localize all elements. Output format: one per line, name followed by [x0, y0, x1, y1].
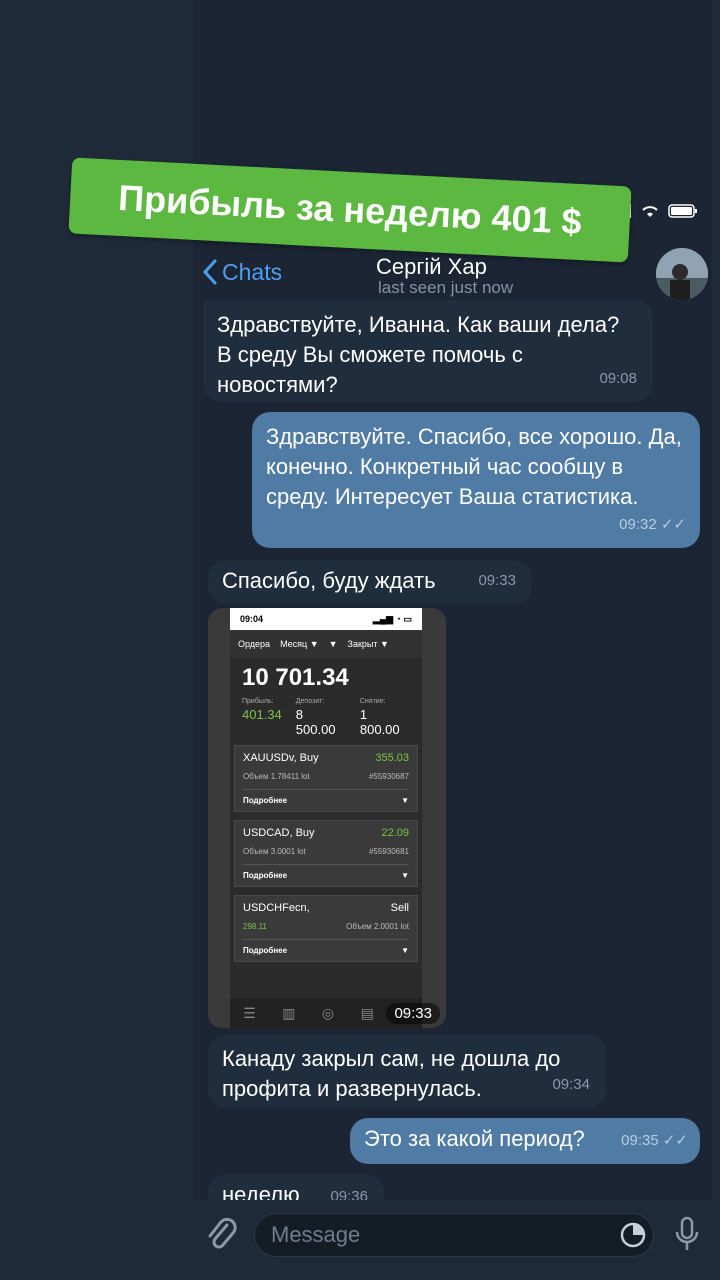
message-time: 09:35 — [621, 1132, 659, 1149]
wifi-icon — [642, 206, 658, 217]
stat-value: 8 500.00 — [295, 707, 336, 737]
avatar[interactable] — [656, 248, 708, 300]
order-more: Подробнее — [243, 946, 288, 955]
message-text: Здравствуйте. Спасибо, все хорошо. Да, к… — [266, 424, 682, 509]
message-text: Это за какой период? — [364, 1126, 585, 1151]
money-icon: ◎ — [321, 1004, 335, 1021]
stat-label: Депозит: — [295, 698, 325, 705]
battery-icon — [668, 204, 697, 218]
order-card: USDCAD, Buy 22.09 Объем 3.0001 lot #559306… — [234, 820, 418, 887]
order-side: Buy — [295, 827, 315, 839]
screenshot-photo[interactable]: 09:04 ▂▄▆ ◔ ▭ Ордера Месяц ▼ ▼ Закрыт ▼ 1… — [208, 608, 446, 1028]
microphone-icon[interactable] — [674, 1216, 700, 1252]
contact-status: last seen just now — [378, 278, 514, 297]
trading-app-screenshot: 09:04 ▂▄▆ ◔ ▭ Ордера Месяц ▼ ▼ Закрыт ▼ 1… — [230, 608, 422, 1028]
cash-icon: ▤ — [360, 1004, 374, 1021]
order-side: Sell — [390, 902, 409, 914]
message-time: 09:34 — [552, 1076, 590, 1093]
message-text: Здравствуйте, Иванна. Как ваши дела? В с… — [217, 312, 620, 397]
order-card: XAUUSDv, Buy 355.03 Объем 1.78411 lot #559… — [234, 745, 418, 812]
order-id: #55930681 — [368, 847, 409, 856]
message-bubble[interactable]: Здравствуйте. Спасибо, все хорошо. Да, к… — [252, 412, 700, 548]
order-more: Подробнее — [243, 796, 288, 805]
order-card: USDCHFecn, Sell 298.11 Объем 2.0001 lot По… — [234, 895, 418, 962]
order-id: #55930687 — [368, 772, 409, 781]
tab-closed: Закрыт ▼ — [347, 639, 389, 649]
back-label: Chats — [222, 258, 283, 285]
order-profit: 355.03 — [375, 752, 409, 764]
balance: 10 701.34 — [242, 664, 349, 691]
sticker-icon[interactable] — [620, 1222, 646, 1248]
order-profit: 298.11 — [243, 922, 267, 931]
order-side: Buy — [299, 752, 319, 764]
message-text: Спасибо, буду ждать — [222, 568, 436, 593]
order-symbol: USDCHFecn, — [243, 902, 310, 914]
tab-orders: Ордера — [238, 639, 271, 649]
message-text: Канаду закрыл сам, не дошла до профита и… — [222, 1046, 561, 1101]
message-bubble[interactable]: Спасибо, буду ждать 09:33 — [208, 560, 532, 604]
stat-value: 1 800.00 — [359, 707, 400, 737]
phone-status-time: 09:04 — [240, 614, 264, 624]
paperclip-icon[interactable] — [205, 1215, 237, 1255]
message-time: 09:08 — [599, 370, 637, 387]
chart-icon: ▥ — [282, 1004, 296, 1021]
message-input[interactable] — [254, 1213, 654, 1257]
order-volume: Объем 3.0001 lot — [243, 847, 306, 856]
order-symbol: USDCAD, — [243, 827, 293, 839]
message-bubble[interactable]: Это за какой период? 09:35 ✓✓ — [350, 1118, 700, 1164]
tab-month: Месяц ▼ — [280, 639, 319, 649]
back-button[interactable]: Chats — [202, 258, 282, 286]
order-volume: Объем 1.78411 lot — [243, 772, 310, 781]
tab-filter: ▼ — [328, 639, 338, 649]
message-bubble[interactable]: Канаду закрыл сам, не дошла до профита и… — [208, 1034, 606, 1108]
chevron-left-icon — [202, 259, 217, 285]
message-bubble[interactable]: Здравствуйте, Иванна. Как ваши дела? В с… — [203, 300, 653, 402]
stat-label: Снятие: — [359, 698, 386, 705]
list-icon: ☰ — [243, 1004, 256, 1021]
stat-label: Прибыль: — [242, 698, 274, 705]
contact-name[interactable]: Сергій Хар — [376, 254, 487, 280]
stat-value: 401.34 — [242, 707, 282, 722]
photo-time: 09:33 — [386, 1003, 440, 1024]
message-time: 09:32 — [619, 516, 657, 533]
order-more: Подробнее — [243, 871, 288, 880]
double-check-icon: ✓✓ — [662, 1132, 688, 1149]
order-symbol: XAUUSDv, — [243, 752, 297, 764]
order-volume: Объем 2.0001 lot — [346, 922, 409, 931]
order-profit: 22.09 — [381, 827, 409, 839]
message-time: 09:33 — [478, 572, 516, 589]
double-check-icon: ✓✓ — [660, 516, 686, 533]
